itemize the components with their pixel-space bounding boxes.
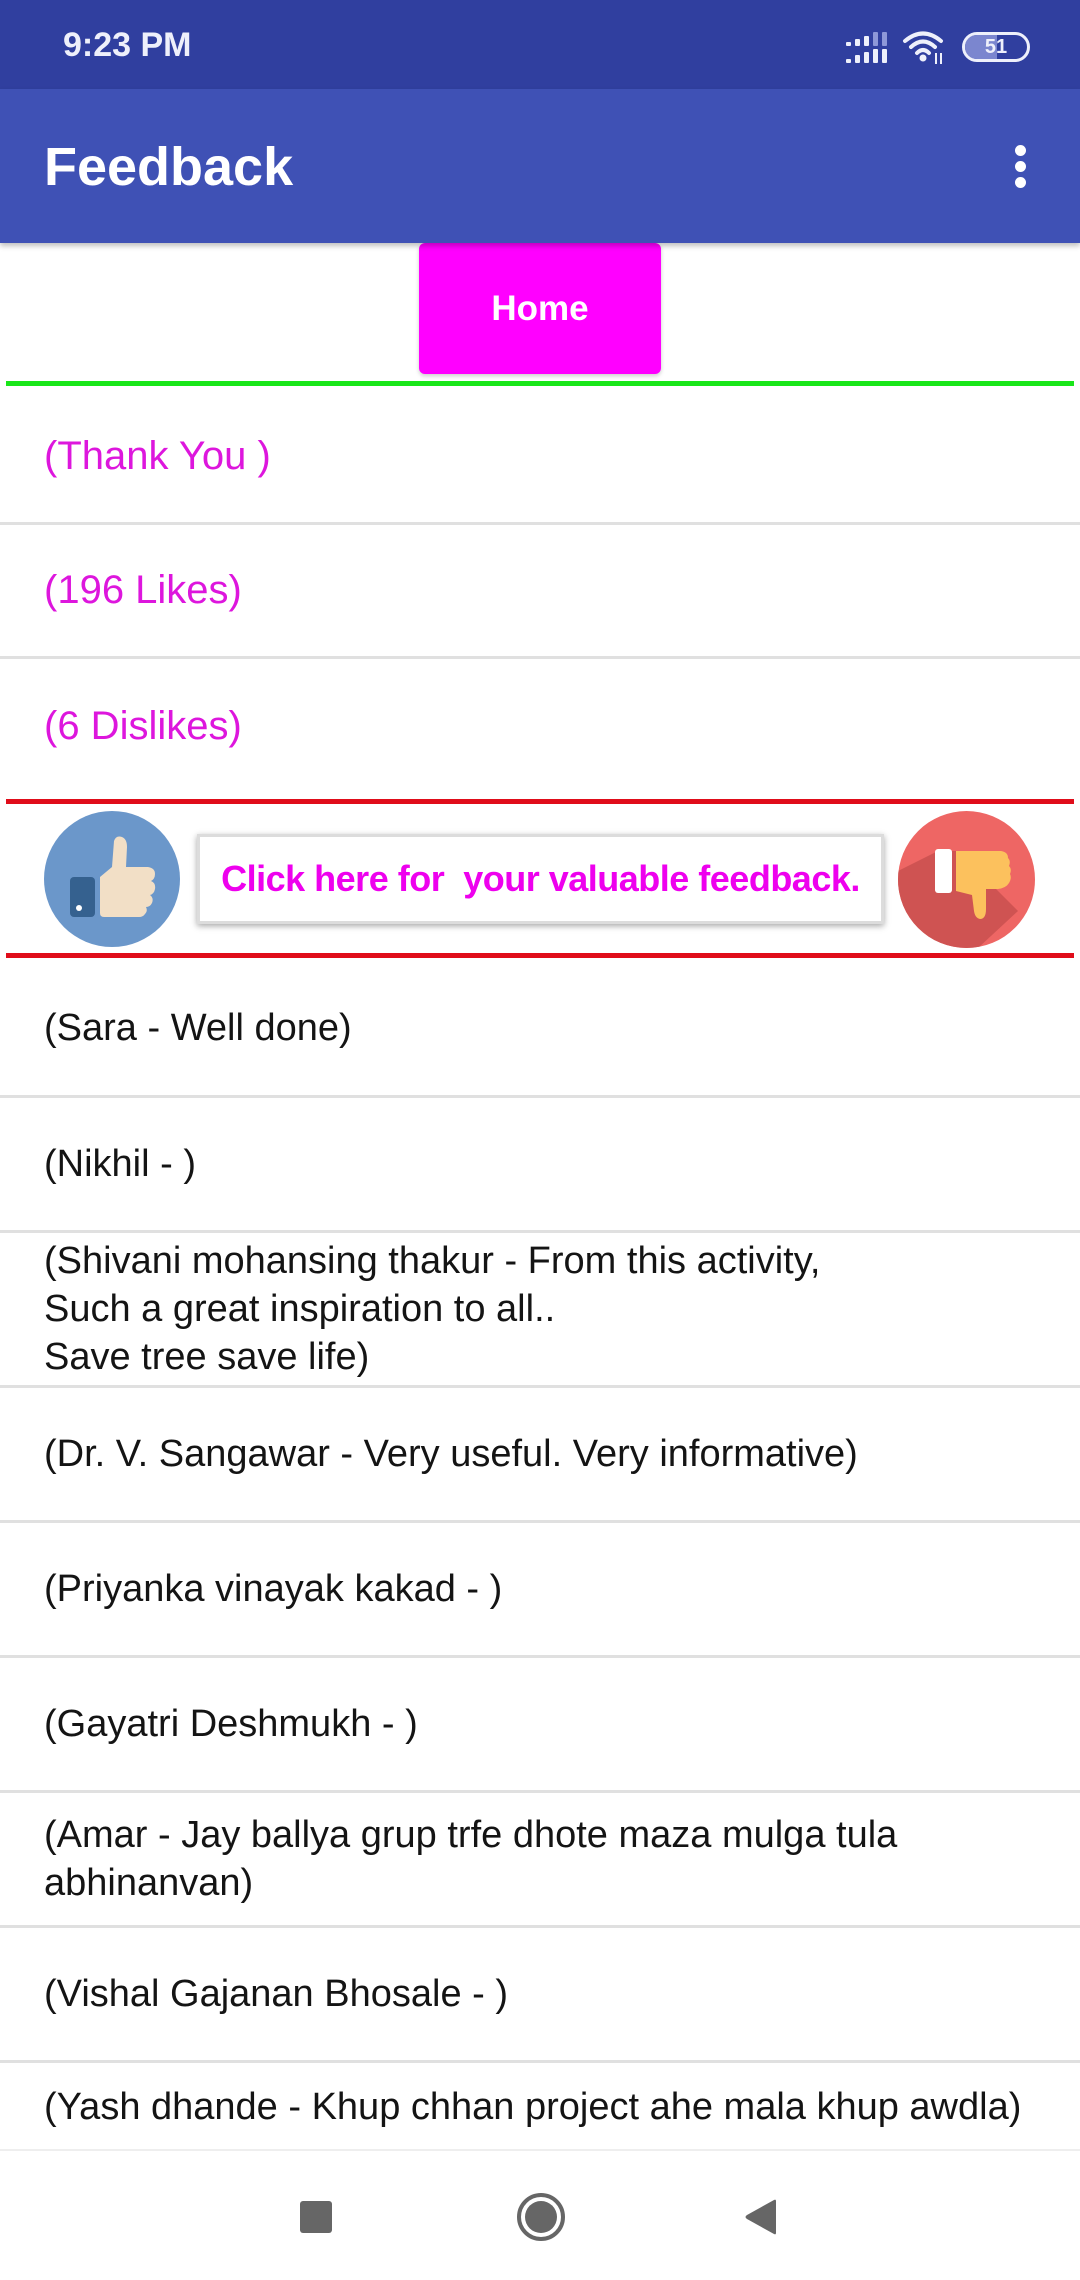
- dislike-button[interactable]: [898, 811, 1035, 948]
- recents-icon[interactable]: [300, 2201, 332, 2233]
- comment-item: (Shivani mohansing thakur - From this ac…: [0, 1233, 1080, 1388]
- system-nav-bar: [0, 2149, 1080, 2280]
- status-bar: 9:23 PM 51: [0, 0, 1080, 89]
- page-title: Feedback: [44, 137, 294, 197]
- wifi-icon: [903, 31, 943, 64]
- back-icon[interactable]: [744, 2199, 778, 2235]
- battery-icon: 51: [962, 32, 1030, 62]
- thumbs-down-icon: [898, 849, 1018, 948]
- more-vert-icon-dot: [1014, 176, 1026, 188]
- more-vert-icon-dot: [1014, 160, 1026, 172]
- battery-level: 51: [984, 35, 1008, 58]
- comment-item: (Vishal Gajanan Bhosale - ): [0, 1928, 1080, 2063]
- more-options-button[interactable]: [1000, 133, 1040, 199]
- more-vert-icon: [1014, 144, 1026, 156]
- home-button[interactable]: Home: [419, 243, 661, 374]
- signal-icon: [846, 32, 887, 63]
- comment-item: (Dr. V. Sangawar - Very useful. Very inf…: [0, 1388, 1080, 1523]
- comment-item: (Sara - Well done): [0, 961, 1080, 1098]
- comment-item: (Nikhil - ): [0, 1098, 1080, 1233]
- comment-item: (Gayatri Deshmukh - ): [0, 1658, 1080, 1793]
- status-time: 9:23 PM: [63, 26, 192, 64]
- status-icons: 51: [844, 30, 1030, 64]
- home-icon[interactable]: [517, 2193, 565, 2241]
- red-divider-top: [6, 799, 1074, 804]
- stat-dislikes: (6 Dislikes): [44, 703, 242, 748]
- app-bar: Feedback: [0, 89, 1080, 243]
- stat-thank-you: (Thank You ): [0, 391, 1080, 525]
- home-icon-inner: [525, 2201, 557, 2233]
- red-divider-bottom: [6, 953, 1074, 958]
- feedback-link[interactable]: Click here for your valuable feedback.: [197, 834, 884, 924]
- comment-item: (Priyanka vinayak kakad - ): [0, 1523, 1080, 1658]
- stat-likes: (196 Likes): [0, 525, 1080, 659]
- like-button[interactable]: [44, 811, 180, 947]
- green-divider: [6, 381, 1074, 386]
- thumbs-up-icon: [70, 836, 156, 917]
- comment-item: (Amar - Jay ballya grup trfe dhote maza …: [0, 1793, 1080, 1928]
